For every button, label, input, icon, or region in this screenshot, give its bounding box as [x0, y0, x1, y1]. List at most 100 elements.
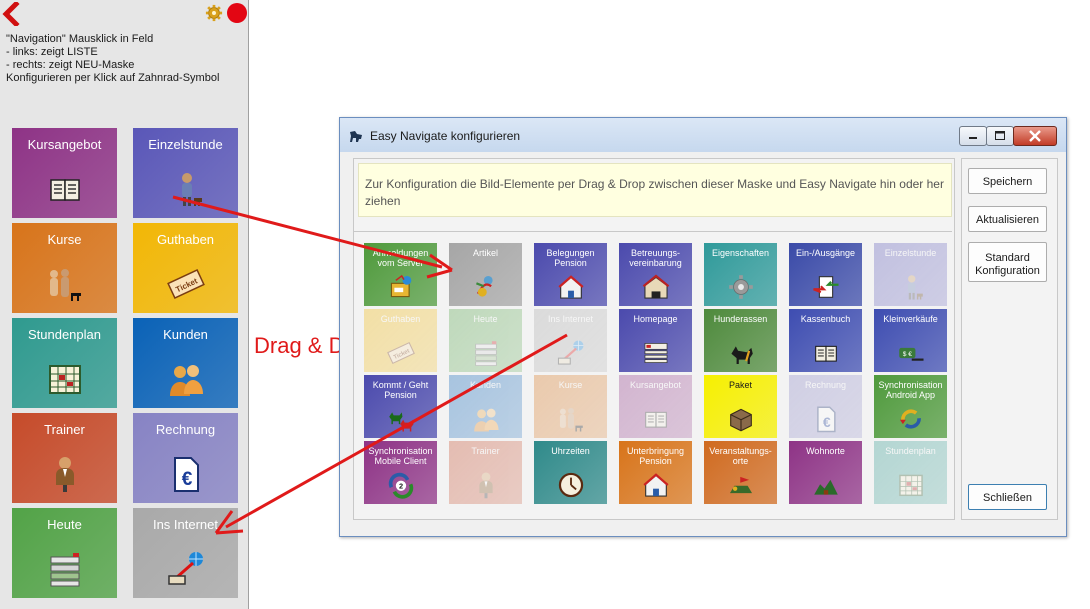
tile-label: Kunden: [469, 380, 502, 390]
help-line: Konfigurieren per Klick auf Zahnrad-Symb…: [6, 72, 220, 84]
tile-pool: Anmeldungen vom Server Artikel Belegungen …: [354, 231, 952, 518]
homepage-icon: [642, 339, 670, 367]
book-icon: [642, 405, 670, 433]
trainer-dog-icon: [897, 273, 925, 301]
save-button[interactable]: Speichern: [968, 168, 1047, 194]
svg-text:2: 2: [398, 482, 402, 491]
tile-label: Ins Internet: [547, 314, 594, 324]
help-line: "Navigation" Mausklick in Feld: [6, 33, 154, 45]
map-icon: [812, 471, 840, 499]
pool-tile-heute[interactable]: Heute: [449, 309, 522, 372]
pool-tile-paket[interactable]: Paket: [704, 375, 777, 438]
nav-tile-kursangebot[interactable]: Kursangebot: [12, 128, 117, 218]
pool-tile-artikel[interactable]: Artikel: [449, 243, 522, 306]
tile-label: Rechnung: [155, 422, 216, 437]
pool-tile-anmeldungen-vom-server[interactable]: Anmeldungen vom Server: [364, 243, 437, 306]
nav-tile-kurse[interactable]: Kurse: [12, 223, 117, 313]
nav-tile-ins-internet[interactable]: Ins Internet: [133, 508, 238, 598]
pool-tile-homepage[interactable]: Homepage: [619, 309, 692, 372]
house-icon: [557, 273, 585, 301]
pool-tile-guthaben[interactable]: Guthaben Ticket: [364, 309, 437, 372]
tile-label: Eigenschaften: [711, 248, 770, 258]
info-text: Zur Konfiguration die Bild-Elemente per …: [365, 177, 944, 208]
pool-tile-unterbringung-pension[interactable]: Unterbringung Pension: [619, 441, 692, 504]
internet-icon: [167, 550, 205, 588]
pool-tile-rechnung[interactable]: Rechnung €: [789, 375, 862, 438]
pool-tile-einzelstunde[interactable]: Einzelstunde: [874, 243, 947, 306]
close-icon[interactable]: [227, 3, 247, 23]
svg-text:$ €: $ €: [902, 351, 912, 358]
tile-label: Paket: [728, 380, 752, 390]
book-icon: [46, 170, 84, 208]
tile-label: Synchronisation Android App: [878, 380, 943, 400]
refresh-button[interactable]: Aktualisieren: [968, 206, 1047, 232]
tile-label: Stundenplan: [27, 327, 101, 342]
tile-label: Heute: [473, 314, 498, 324]
tile-label: Unterbringung Pension: [626, 446, 685, 466]
help-line: - rechts: zeigt NEU-Maske: [6, 59, 135, 71]
people-dog-icon: [557, 405, 585, 433]
ticket-icon: Ticket: [386, 339, 415, 367]
pool-tile-kommt-geht-pension[interactable]: Kommt / Geht Pension: [364, 375, 437, 438]
pool-tile-kassenbuch[interactable]: Kassenbuch: [789, 309, 862, 372]
gear-icon: [727, 273, 755, 301]
pool-tile-ein-ausgänge[interactable]: Ein-/Ausgänge: [789, 243, 862, 306]
house-icon: [642, 471, 670, 499]
pool-tile-ins-internet[interactable]: Ins Internet: [534, 309, 607, 372]
tile-label: Kleinverkäufe: [883, 314, 938, 324]
pool-tile-kurse[interactable]: Kurse: [534, 375, 607, 438]
nav-tile-stundenplan[interactable]: Stundenplan: [12, 318, 117, 408]
maximize-button[interactable]: [986, 126, 1014, 146]
pool-tile-eigenschaften[interactable]: Eigenschaften: [704, 243, 777, 306]
tile-label: Rechnung: [804, 380, 847, 390]
close-button[interactable]: [1013, 126, 1057, 146]
tile-label: Hunderassen: [713, 314, 768, 324]
pool-tile-hunderassen[interactable]: Hunderassen: [704, 309, 777, 372]
tile-label: Kurse: [558, 380, 583, 390]
tile-label: Trainer: [471, 446, 500, 456]
help-line: - links: zeigt LISTE: [6, 46, 98, 58]
people-dog-icon: [46, 265, 84, 303]
customers-icon: [167, 360, 205, 398]
euro-document-icon: €: [812, 405, 840, 433]
pool-tile-kleinverkäufe[interactable]: Kleinverkäufe $ €: [874, 309, 947, 372]
book-icon: [812, 339, 840, 367]
pool-tile-synchronisation-android-app[interactable]: Synchronisation Android App: [874, 375, 947, 438]
close-dialog-button[interactable]: Schließen: [968, 484, 1047, 510]
calendar-icon: [46, 360, 84, 398]
ticket-icon: Ticket: [166, 265, 205, 303]
money-icon: $ €: [897, 339, 925, 367]
pool-tile-belegungen-pension[interactable]: Belegungen Pension: [534, 243, 607, 306]
pool-tile-synchronisation-mobile-client[interactable]: Synchronisation Mobile Client 2: [364, 441, 437, 504]
pool-tile-veranstaltungs-orte[interactable]: Veranstaltungs- orte: [704, 441, 777, 504]
nav-tile-kunden[interactable]: Kunden: [133, 318, 238, 408]
pool-tile-stundenplan[interactable]: Stundenplan: [874, 441, 947, 504]
dog-app-icon: [350, 131, 362, 142]
easy-navigate-panel: "Navigation" Mausklick in Feld - links: …: [0, 0, 249, 609]
nav-tile-trainer[interactable]: Trainer: [12, 413, 117, 503]
back-arrow-icon[interactable]: [2, 2, 28, 26]
nav-tile-heute[interactable]: Heute: [12, 508, 117, 598]
nav-tile-einzelstunde[interactable]: Einzelstunde: [133, 128, 238, 218]
gear-icon[interactable]: [205, 4, 223, 22]
pool-tile-uhrzeiten[interactable]: Uhrzeiten: [534, 441, 607, 504]
default-configuration-button[interactable]: Standard Konfiguration: [968, 242, 1047, 282]
pool-tile-trainer[interactable]: Trainer: [449, 441, 522, 504]
tile-label: Trainer: [44, 422, 85, 437]
pool-tile-betreuungs-vereinbarung[interactable]: Betreuungs- vereinbarung: [619, 243, 692, 306]
configure-dialog: Easy Navigate konfigurieren Zur Konfigur…: [339, 117, 1067, 537]
tile-label: Stundenplan: [885, 446, 936, 456]
article-icon: [472, 273, 500, 301]
tile-label: Ins Internet: [152, 517, 219, 532]
pool-tile-kunden[interactable]: Kunden: [449, 375, 522, 438]
minimize-button[interactable]: [959, 126, 987, 146]
pool-tile-kursangebot[interactable]: Kursangebot: [619, 375, 692, 438]
button-label-line: Konfiguration: [975, 265, 1040, 277]
nav-tile-rechnung[interactable]: Rechnung €: [133, 413, 238, 503]
tile-label: Kurse: [47, 232, 82, 247]
dialog-title-bar[interactable]: Easy Navigate konfigurieren: [340, 118, 1066, 152]
tile-label: Guthaben: [380, 314, 421, 324]
pool-tile-wohnorte[interactable]: Wohnorte: [789, 441, 862, 504]
in-out-icon: [812, 273, 840, 301]
nav-tile-guthaben[interactable]: Guthaben Ticket: [133, 223, 238, 313]
